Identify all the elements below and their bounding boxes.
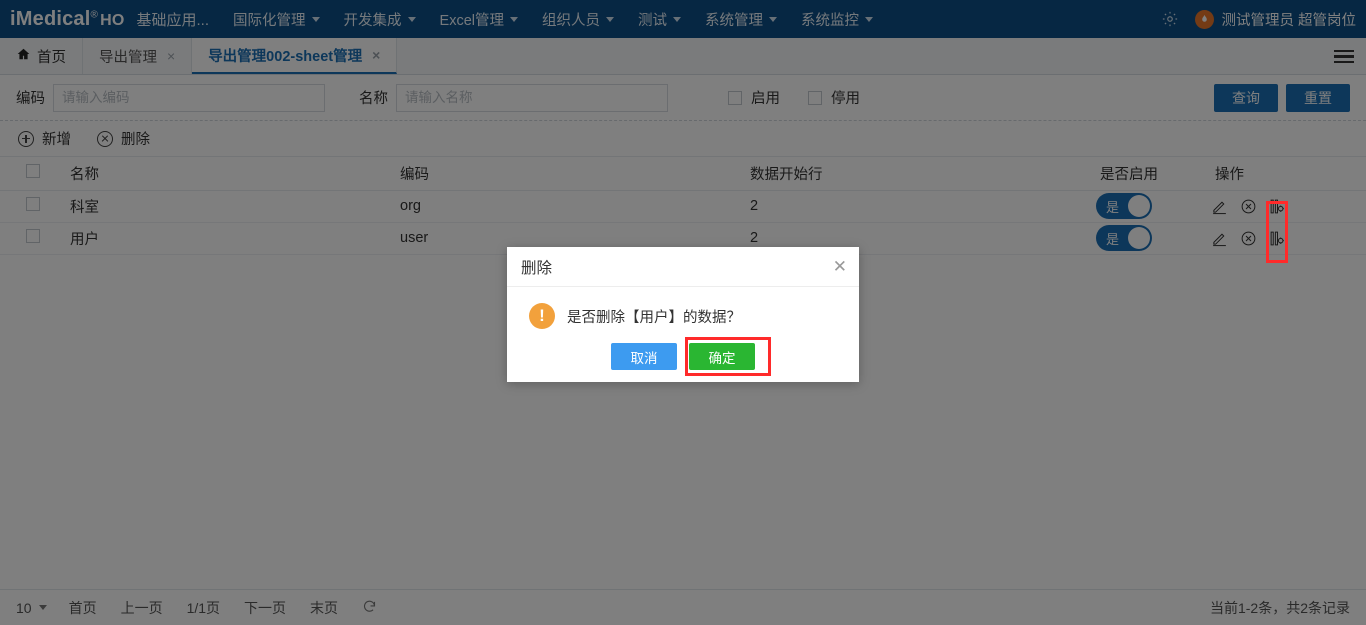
dialog-message: 是否删除【用户】的数据？ xyxy=(567,309,741,326)
confirm-button[interactable]: 确定 xyxy=(689,343,755,370)
dialog-body: ! 是否删除【用户】的数据？ xyxy=(507,287,859,337)
dialog-actions: 取消 确定 xyxy=(507,343,859,370)
cancel-button[interactable]: 取消 xyxy=(611,343,677,370)
warning-icon: ! xyxy=(529,303,555,329)
app-root: iMedical®HO 基础应用... 国际化管理 开发集成 Excel管理 组… xyxy=(0,0,1366,625)
dialog-title: 删除 xyxy=(521,259,553,277)
dialog-header: 删除 ✕ xyxy=(507,247,859,287)
delete-confirm-dialog: 删除 ✕ ! 是否删除【用户】的数据？ 取消 确定 xyxy=(507,247,859,382)
close-icon[interactable]: ✕ xyxy=(833,258,847,275)
